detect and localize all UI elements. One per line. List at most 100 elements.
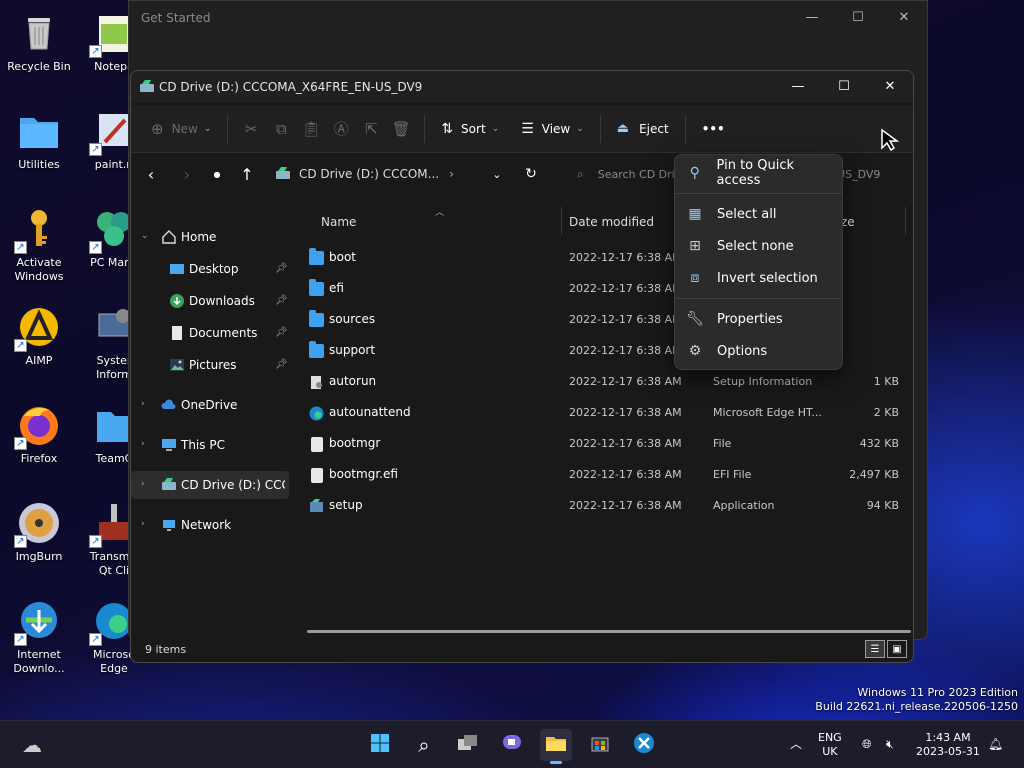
sort-ascending-icon: ︿ (435, 208, 445, 218)
menu-item-pin-to-quick-access[interactable]: ⚲ Pin to Quick access (679, 158, 839, 188)
maximize-icon: ☐ (838, 78, 850, 94)
refresh-button[interactable]: ↻ (519, 163, 543, 185)
file-row[interactable]: setup 2022-12-17 6:38 AM Application 94 … (301, 491, 901, 522)
maximize-button[interactable]: ☐ (835, 1, 881, 33)
search-button[interactable]: ⌕ (408, 729, 440, 761)
view-button[interactable]: ☰ View ⌄ (513, 113, 592, 145)
close-button[interactable]: ✕ (881, 1, 927, 33)
microsoft-store-button[interactable] (584, 729, 616, 761)
sort-button[interactable]: ⇅ Sort ⌄ (433, 113, 507, 145)
home-icon (161, 229, 177, 245)
sidebar-item-documents[interactable]: Documents 📌︎ (131, 319, 289, 347)
file-row[interactable]: bootmgr.efi 2022-12-17 6:38 AM EFI File … (301, 460, 901, 491)
cloud-icon: ☁ (22, 733, 42, 757)
recent-locations-button[interactable]: ● (205, 163, 229, 185)
sidebar-item-downloads[interactable]: Downloads 📌︎ (131, 287, 289, 315)
see-more-button[interactable]: ••• (694, 113, 733, 145)
eject-button[interactable]: ⏏ Eject (609, 113, 677, 145)
more-icon: ••• (701, 121, 725, 136)
desktop-icon-utilities[interactable]: Utilities (1, 100, 77, 196)
chevron-right-icon: › (141, 399, 145, 409)
menu-item-label: Select all (717, 206, 777, 222)
paste-button[interactable]: 📋︎ (296, 113, 326, 145)
sidebar-item-cd-drive[interactable]: › CD Drive (D:) CCCOMA (131, 471, 289, 499)
column-header-name[interactable]: Name (321, 215, 356, 229)
details-view-icon: ☰ (870, 643, 880, 655)
maximize-button[interactable]: ☐ (821, 71, 867, 101)
start-button[interactable] (364, 729, 396, 761)
address-dropdown-button[interactable]: ⌄ (485, 163, 509, 185)
task-view-button[interactable] (452, 729, 484, 761)
minimize-button[interactable]: — (789, 1, 835, 33)
shortcut-arrow-icon: ↗ (14, 535, 27, 548)
app-taskbar-button[interactable] (628, 729, 660, 761)
column-divider[interactable] (905, 207, 906, 235)
show-hidden-icons-button[interactable]: ︿ (790, 737, 802, 751)
cut-button[interactable]: ✂ (236, 113, 266, 145)
file-row[interactable]: bootmgr 2022-12-17 6:38 AM File 432 KB (301, 429, 901, 460)
chevron-right-icon: › (141, 439, 145, 449)
window-title: CD Drive (D:) CCCOMA_X64FRE_EN-US_DV9 (159, 80, 423, 94)
desktop-icon-label: ImgBurn (15, 550, 63, 563)
view-label: View (541, 121, 571, 136)
menu-item-select-none[interactable]: ⊞ Select none (679, 231, 839, 261)
delete-button[interactable]: 🗑︎ (386, 113, 416, 145)
recycle-bin-icon (16, 10, 62, 56)
menu-item-properties[interactable]: 🔧︎ Properties (679, 304, 839, 334)
download-icon (169, 293, 185, 309)
file-row[interactable]: autounattend 2022-12-17 6:38 AM Microsof… (301, 398, 901, 429)
chat-button[interactable] (496, 729, 528, 761)
new-button[interactable]: ⊕ New ⌄ (143, 113, 219, 145)
details-view-button[interactable]: ☰ (865, 640, 885, 658)
up-button[interactable]: ↑ (235, 163, 259, 185)
pin-icon: 📌︎ (275, 327, 288, 338)
file-row[interactable]: autorun 2022-12-17 6:38 AM Setup Informa… (301, 367, 901, 398)
sidebar-item-this-pc[interactable]: › This PC (131, 431, 289, 459)
file-name: autorun (329, 374, 377, 388)
forward-button[interactable]: › (175, 163, 199, 185)
file-date: 2022-12-17 6:38 AM (569, 313, 682, 326)
share-button[interactable]: ⇱ (356, 113, 386, 145)
file-explorer-taskbar-button[interactable] (540, 729, 572, 764)
minimize-icon: — (791, 78, 805, 94)
tiles-view-button[interactable]: ▣ (887, 640, 907, 658)
network-button[interactable]: 🌐︎ (862, 737, 872, 751)
column-header-date[interactable]: Date modified (569, 215, 654, 229)
column-header-size[interactable]: ze (841, 215, 855, 229)
sidebar-item-desktop[interactable]: Desktop 📌︎ (131, 255, 289, 283)
keyboard-layout: UK (822, 745, 838, 758)
title-bar[interactable]: CD Drive (D:) CCCOMA_X64FRE_EN-US_DV9 — … (131, 71, 913, 103)
desktop-icon-label: Firefox (20, 452, 58, 465)
sidebar-item-pictures[interactable]: Pictures 📌︎ (131, 351, 289, 379)
rename-button[interactable]: Ⓐ (326, 113, 356, 145)
desktop-icon-firefox[interactable]: ↗ Firefox (1, 394, 77, 490)
back-button[interactable]: ‹ (139, 163, 163, 185)
menu-item-options[interactable]: ⚙ Options (679, 336, 839, 366)
menu-item-select-all[interactable]: ▦ Select all (679, 199, 839, 229)
close-button[interactable]: ✕ (867, 71, 913, 101)
clock[interactable]: 1:43 AM 2023-05-31 (916, 731, 980, 759)
weather-widget-button[interactable]: ☁ (16, 729, 48, 761)
horizontal-scrollbar[interactable] (307, 630, 911, 633)
menu-item-invert-selection[interactable]: ⧈ Invert selection (679, 263, 839, 293)
desktop-icon-recycle-bin[interactable]: Recycle Bin (1, 2, 77, 98)
column-divider[interactable] (561, 207, 562, 235)
language-indicator[interactable]: ENG UK (818, 731, 842, 759)
navigation-pane: ⌄ Home Desktop 📌︎ Downloads 📌︎ Documents… (131, 195, 293, 625)
sidebar-item-onedrive[interactable]: › OneDrive (131, 391, 289, 419)
file-size: 2,497 KB (849, 468, 899, 481)
sidebar-item-home[interactable]: ⌄ Home (131, 223, 289, 251)
address-box[interactable]: CD Drive (D:) CCCOM... › (267, 160, 513, 188)
copy-button[interactable]: ⧉ (266, 113, 296, 145)
desktop-icon-imgburn[interactable]: ↗ ImgBurn (1, 492, 77, 588)
sidebar-item-network[interactable]: › Network (131, 511, 289, 539)
mouse-cursor-icon (880, 128, 900, 152)
desktop-icon-aimp[interactable]: ↗ AIMP (1, 296, 77, 392)
shortcut-arrow-icon: ↗ (14, 437, 27, 450)
volume-button[interactable]: 🔇︎ (886, 737, 894, 751)
desktop-icon-activate-windows[interactable]: ↗ Activate Windows (1, 198, 77, 294)
desktop-icon-internet-download-manager[interactable]: ↗ Internet Downlo... (1, 590, 77, 686)
notifications-button[interactable]: 🔔︎ (988, 737, 1003, 751)
sidebar-item-label: OneDrive (181, 398, 238, 412)
minimize-button[interactable]: — (775, 71, 821, 101)
